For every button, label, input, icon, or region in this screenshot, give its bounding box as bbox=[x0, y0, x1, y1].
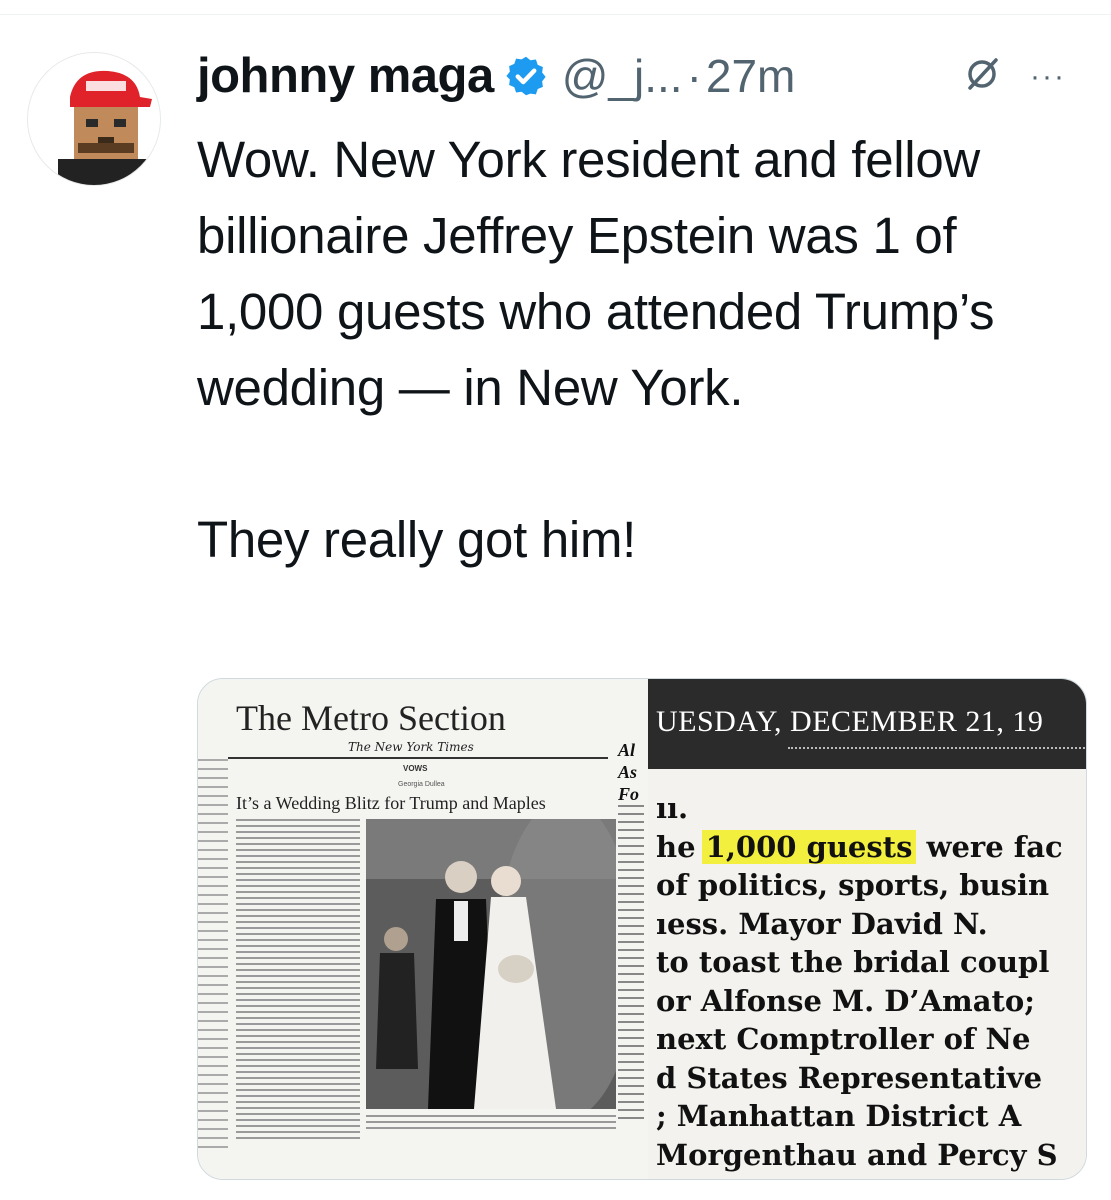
zoom-line: ıess. Mayor David N. bbox=[656, 906, 988, 941]
newspaper-zoom-right: UESDAY, DECEMBER 21, 19 ıı. he 1,000 gue… bbox=[648, 679, 1086, 1179]
zoom-line: d States Representative bbox=[656, 1060, 1043, 1095]
rule bbox=[228, 757, 608, 759]
author-name[interactable]: johnny maga bbox=[197, 48, 494, 104]
verified-badge-icon[interactable] bbox=[504, 54, 548, 98]
grok-icon[interactable] bbox=[962, 54, 1002, 94]
section-title: The Metro Section bbox=[236, 698, 506, 738]
tweet-text: Wow. New York resident and fellow billio… bbox=[197, 122, 1077, 578]
tweet-header: johnny maga @_j... · 27m bbox=[197, 43, 795, 109]
wedding-couple-image bbox=[366, 819, 616, 1109]
newspaper-date: UESDAY, DECEMBER 21, 19 bbox=[656, 705, 1044, 738]
byline: Georgia Dullea bbox=[398, 781, 445, 788]
article-headline: It’s a Wedding Blitz for Trump and Maple… bbox=[236, 793, 546, 813]
zoom-line: ıı. bbox=[656, 791, 689, 825]
newspaper-clipping-left: The Metro Section The New York Times VOW… bbox=[198, 679, 648, 1179]
tweet-media[interactable]: The Metro Section The New York Times VOW… bbox=[197, 678, 1087, 1180]
more-options-button[interactable]: ··· bbox=[1030, 60, 1066, 94]
separator-dot: · bbox=[686, 50, 702, 102]
zoom-line-highlighted: he 1,000 guests were fac bbox=[656, 829, 1063, 864]
tweet-paragraph: Wow. New York resident and fellow billio… bbox=[197, 131, 995, 416]
highlighted-phrase: 1,000 guests bbox=[701, 829, 917, 864]
next-column-edge: Al As Fo bbox=[618, 739, 644, 1159]
zoom-line: of politics, sports, busin bbox=[656, 868, 1050, 902]
tweet-paragraph: They really got him! bbox=[197, 511, 637, 568]
edge-letters: Fo bbox=[618, 784, 640, 804]
zoom-line: next Comptroller of Ne bbox=[656, 1022, 1031, 1056]
column-label: VOWS bbox=[403, 764, 428, 773]
date-band: UESDAY, DECEMBER 21, 19 bbox=[648, 679, 1086, 769]
timestamp[interactable]: 27m bbox=[706, 49, 795, 103]
zoom-line: to toast the bridal coupl bbox=[656, 945, 1050, 979]
article-text-column bbox=[236, 819, 360, 1149]
avatar[interactable] bbox=[27, 52, 161, 186]
author-handle[interactable]: @_j... bbox=[562, 49, 683, 103]
photo-caption bbox=[366, 1115, 616, 1131]
top-divider bbox=[0, 14, 1111, 15]
wedding-photo bbox=[366, 819, 616, 1109]
edge-letters: Al bbox=[618, 740, 636, 760]
zoom-line: Morgenthau and Percy S bbox=[656, 1137, 1058, 1172]
side-column-text bbox=[198, 759, 228, 1159]
zoom-line: ; Manhattan District A bbox=[656, 1099, 1022, 1133]
dotted-rule bbox=[788, 747, 1086, 749]
pixel-avatar-icon bbox=[58, 70, 154, 185]
masthead: The New York Times bbox=[348, 740, 474, 754]
zoom-line: or Alfonse M. D’Amato; bbox=[656, 983, 1035, 1018]
edge-letters: As bbox=[618, 762, 638, 782]
zoomed-article-text: ıı. he 1,000 guests were fac of politics… bbox=[656, 789, 1063, 1174]
